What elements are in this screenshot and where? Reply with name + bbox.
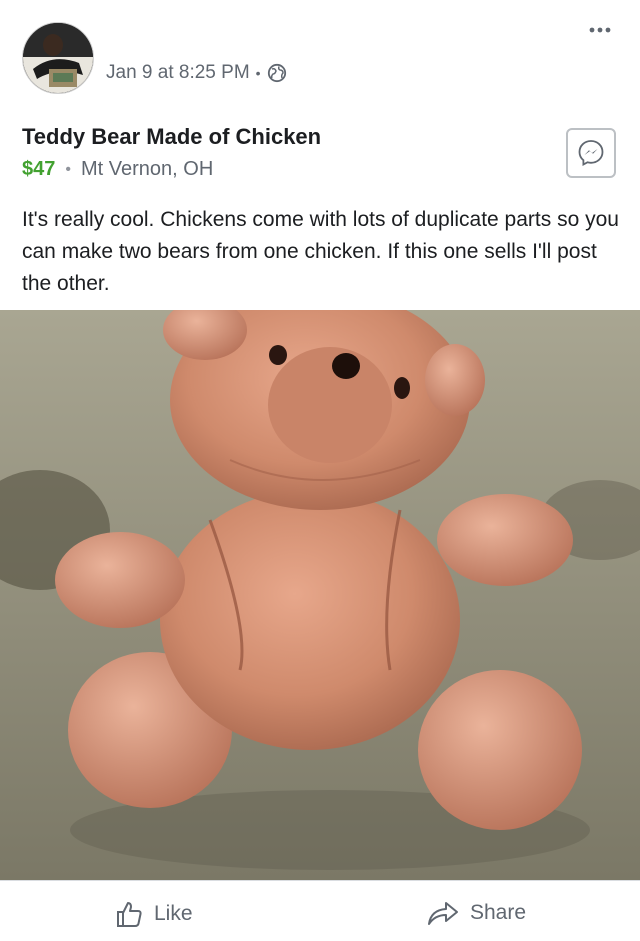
- post-actions-bar: Like Share: [0, 880, 640, 941]
- thumbs-up-icon: [117, 902, 142, 927]
- listing-title: Teddy Bear Made of Chicken: [22, 124, 322, 149]
- share-label: Share: [470, 901, 527, 924]
- listing-location[interactable]: Mt Vernon, OH: [81, 158, 213, 181]
- price-location-row: $47 • Mt Vernon, OH: [22, 158, 213, 181]
- more-options-button[interactable]: [582, 18, 618, 42]
- listing-photo-image: [0, 310, 640, 880]
- share-arrow-icon: [428, 902, 458, 925]
- post-timestamp[interactable]: Jan 9 at 8:25 PM: [106, 62, 250, 84]
- listing-description: It's really cool. Chickens come with lot…: [22, 208, 619, 295]
- post-meta: Jan 9 at 8:25 PM •: [106, 62, 287, 84]
- message-seller-button[interactable]: [566, 128, 616, 178]
- like-button[interactable]: Like: [114, 899, 193, 929]
- like-label: Like: [154, 902, 193, 925]
- more-options-icon: [589, 27, 611, 33]
- share-button[interactable]: Share: [426, 899, 526, 927]
- avatar-image: [23, 23, 93, 93]
- avatar[interactable]: [22, 22, 94, 94]
- messenger-icon: [578, 140, 604, 167]
- listing-photo[interactable]: [0, 310, 640, 880]
- marketplace-post: Jan 9 at 8:25 PM • Teddy Bear Made of Ch…: [0, 0, 640, 941]
- meta-separator: •: [255, 65, 261, 81]
- globe-icon[interactable]: [267, 63, 287, 83]
- price-separator: •: [65, 160, 71, 178]
- listing-price: $47: [22, 158, 56, 180]
